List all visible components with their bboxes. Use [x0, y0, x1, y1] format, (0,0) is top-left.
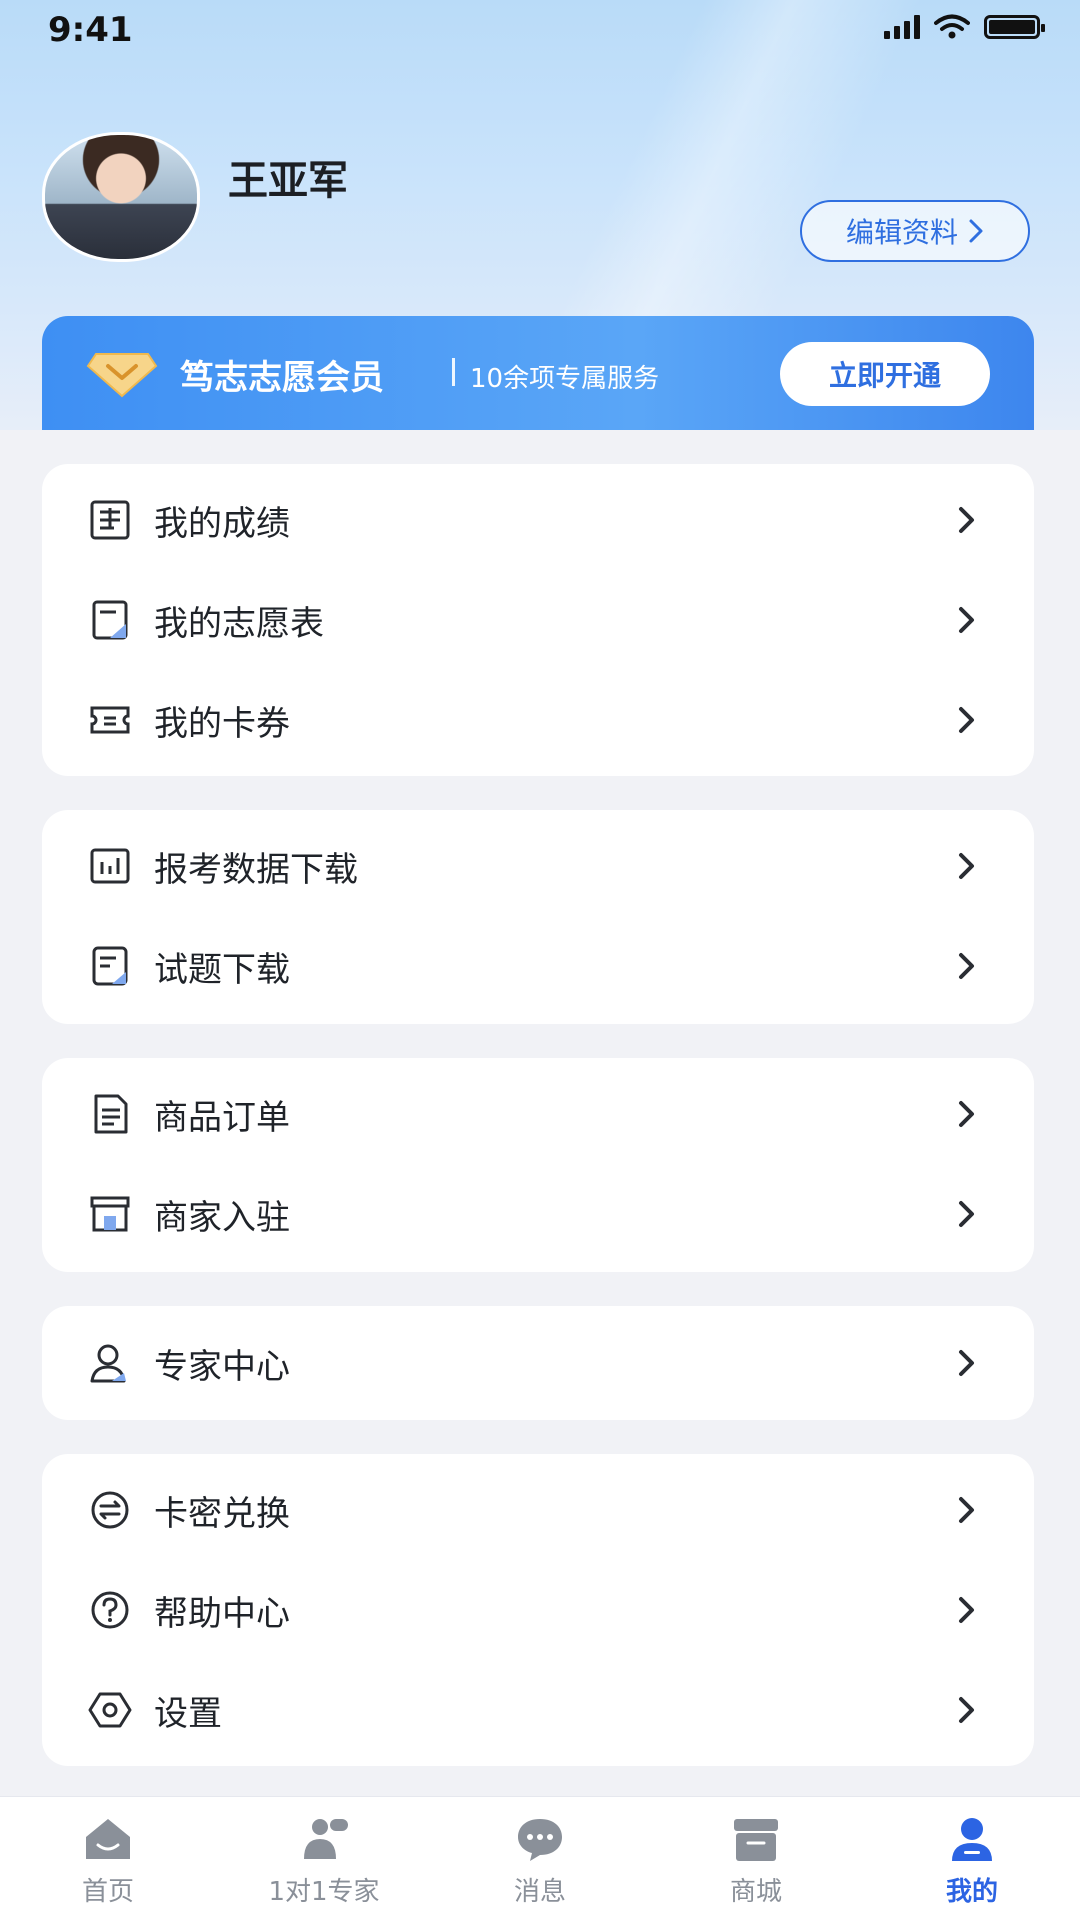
- storefront-icon: [90, 1196, 130, 1232]
- chevron-right-icon: [959, 1697, 974, 1723]
- settings-icon: [88, 1692, 132, 1728]
- chevron-right-icon: [959, 1497, 974, 1523]
- user-profile-icon: [952, 1818, 992, 1861]
- tab-label: 首页: [81, 1877, 134, 1907]
- tab-expert[interactable]: 1对1专家: [244, 1815, 404, 1908]
- menu-item-label: 我的成绩: [154, 503, 290, 544]
- tab-label: 我的: [945, 1877, 998, 1907]
- menu-card-downloads: 报考数据下载 试题下载: [42, 810, 1034, 1024]
- menu-item-expert-center[interactable]: 专家中心: [42, 1313, 1034, 1413]
- menu-card-profile: 我的成绩 我的志愿表 我的卡券: [42, 464, 1034, 776]
- menu-item-help-center[interactable]: 帮助中心: [42, 1560, 1034, 1660]
- vip-divider: [452, 358, 455, 386]
- menu-item-my-coupons[interactable]: 我的卡券: [42, 670, 1034, 770]
- chevron-right-icon: [959, 1101, 974, 1127]
- tab-label: 1对1专家: [268, 1877, 380, 1907]
- chevron-right-icon: [959, 507, 974, 533]
- menu-item-label: 我的卡券: [154, 703, 290, 744]
- vip-activate-button[interactable]: 立即开通: [780, 342, 990, 406]
- wifi-icon: [934, 14, 970, 39]
- expert-user-icon: [90, 1344, 126, 1383]
- menu-item-label: 帮助中心: [154, 1593, 290, 1634]
- exchange-icon: [91, 1491, 129, 1529]
- help-icon: [91, 1591, 129, 1629]
- vip-subtitle: 10余项专属服务: [470, 364, 660, 394]
- document-icon: [92, 946, 128, 986]
- cellular-signal-icon: [884, 15, 920, 39]
- menu-item-label: 商家入驻: [154, 1197, 290, 1238]
- vip-title: 笃志志愿会员: [180, 358, 384, 398]
- menu-item-exam-data-download[interactable]: 报考数据下载: [42, 816, 1034, 916]
- menu-item-label: 设置: [154, 1693, 222, 1734]
- chevron-right-icon: [959, 953, 974, 979]
- menu-card-shop: 商品订单 商家入驻: [42, 1058, 1034, 1272]
- status-bar: 9:41: [0, 0, 1080, 60]
- vip-banner[interactable]: 笃志志愿会员 10余项专属服务 立即开通: [42, 316, 1034, 430]
- menu-item-my-scores[interactable]: 我的成绩: [42, 470, 1034, 570]
- bottom-tab-bar: 首页 1对1专家 消息 商城 我的: [0, 1796, 1080, 1921]
- menu-item-label: 卡密兑换: [154, 1493, 290, 1534]
- expert-chat-icon: [304, 1819, 348, 1859]
- avatar[interactable]: [42, 132, 200, 262]
- menu-item-label: 商品订单: [154, 1097, 290, 1138]
- tab-mall[interactable]: 商城: [676, 1815, 836, 1908]
- home-icon: [86, 1819, 130, 1859]
- menu-item-settings[interactable]: 设置: [42, 1660, 1034, 1760]
- chevron-right-icon: [959, 1350, 974, 1376]
- message-bubble-icon: [518, 1819, 562, 1861]
- user-name: 王亚军: [228, 158, 348, 204]
- battery-icon: [984, 15, 1045, 39]
- menu-item-my-applications[interactable]: 我的志愿表: [42, 570, 1034, 670]
- tab-mine[interactable]: 我的: [892, 1815, 1052, 1908]
- menu-item-orders[interactable]: 商品订单: [42, 1064, 1034, 1164]
- chevron-right-icon: [959, 1201, 974, 1227]
- status-icons: [884, 14, 1045, 40]
- tab-label: 消息: [513, 1877, 566, 1907]
- status-time: 9:41: [48, 10, 133, 50]
- data-chart-icon: [90, 848, 130, 884]
- application-form-icon: [92, 600, 128, 640]
- chevron-right-icon: [959, 1597, 974, 1623]
- vip-diamond-icon: [86, 353, 158, 398]
- store-icon: [734, 1819, 778, 1861]
- menu-card-settings: 卡密兑换 帮助中心 设置: [42, 1454, 1034, 1766]
- edit-profile-label: 编辑资料: [845, 216, 958, 249]
- menu-item-label: 试题下载: [154, 949, 290, 990]
- chevron-right-icon: [959, 707, 974, 733]
- menu-item-label: 报考数据下载: [154, 849, 358, 890]
- order-list-icon: [94, 1094, 128, 1134]
- chevron-right-icon: [959, 607, 974, 633]
- menu-item-card-redeem[interactable]: 卡密兑换: [42, 1460, 1034, 1560]
- tab-home[interactable]: 首页: [28, 1815, 188, 1908]
- menu-item-label: 专家中心: [154, 1346, 290, 1387]
- scores-icon: [90, 500, 130, 540]
- menu-item-label: 我的志愿表: [154, 603, 324, 644]
- chevron-right-icon: [959, 853, 974, 879]
- menu-item-merchant-join[interactable]: 商家入驻: [42, 1164, 1034, 1264]
- menu-card-expert: 专家中心: [42, 1306, 1034, 1420]
- chevron-right-icon: [969, 219, 983, 243]
- edit-profile-button[interactable]: 编辑资料: [800, 200, 1030, 262]
- tab-messages[interactable]: 消息: [460, 1815, 620, 1908]
- tab-label: 商城: [729, 1877, 782, 1907]
- menu-item-exam-paper-download[interactable]: 试题下载: [42, 916, 1034, 1016]
- coupon-icon: [90, 706, 130, 734]
